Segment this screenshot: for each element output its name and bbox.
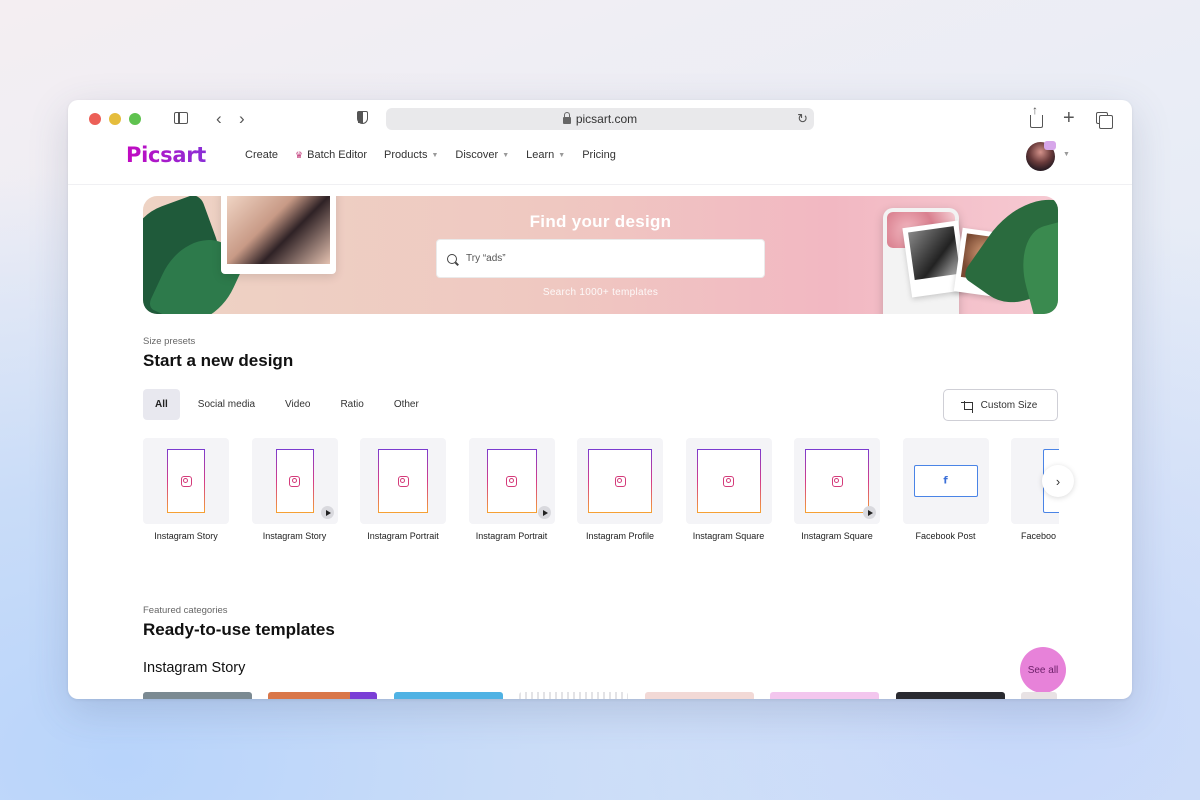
instagram-icon (831, 475, 843, 487)
forward-arrow-icon[interactable]: › (239, 110, 245, 127)
template-thumbnail[interactable] (1021, 692, 1057, 699)
carousel-next-button[interactable]: › (1042, 465, 1074, 497)
preset-label: Instagram Story (262, 531, 327, 541)
filter-tab-all[interactable]: All (143, 389, 180, 420)
main-nav: Create ♛ Batch Editor Products ▼ Discove… (245, 149, 633, 161)
filter-tab-ratio[interactable]: Ratio (328, 389, 375, 420)
tab-overview-icon[interactable] (1096, 112, 1113, 129)
instagram-icon (397, 475, 409, 487)
template-thumbnail[interactable] (268, 692, 377, 699)
privacy-shield-icon[interactable] (357, 111, 368, 124)
preset-label: Instagram Square (801, 531, 873, 541)
filter-tab-social-media[interactable]: Social media (186, 389, 267, 420)
preset-label: Instagram Portrait (367, 531, 439, 541)
preset-label: Instagram Portrait (475, 531, 548, 541)
ready-to-use-templates-heading: Ready-to-use templates (143, 620, 335, 639)
nav-item-discover[interactable]: Discover ▼ (455, 149, 509, 161)
sidebar-toggle-icon[interactable] (174, 112, 188, 124)
instagram-icon (180, 475, 192, 487)
picsart-logo[interactable]: Picsart (126, 143, 206, 167)
account-chevron-down-icon[interactable]: ▼ (1063, 151, 1070, 158)
preset-label: Instagram Square (692, 531, 765, 541)
preset-label: Instagram Story (154, 531, 218, 541)
chevron-right-icon: › (1055, 473, 1061, 489)
instagram-icon (723, 475, 734, 487)
crop-icon (960, 400, 974, 413)
address-bar[interactable]: picsart.com ↻ (386, 108, 814, 130)
template-search-input[interactable]: Try “ads” (436, 239, 765, 278)
template-thumbnail[interactable] (394, 692, 503, 699)
size-presets-eyebrow: Size presets (143, 336, 196, 347)
instagram-icon (506, 475, 517, 487)
preset-card[interactable]: Instagram Square (794, 438, 880, 541)
filter-tab-video[interactable]: Video (273, 389, 322, 420)
category-title: Instagram Story (143, 660, 246, 676)
portrait-photo-frame (221, 196, 336, 274)
url-text: picsart.com (575, 112, 638, 126)
zoom-window-button[interactable] (129, 113, 141, 125)
chevron-down-icon: ▼ (502, 151, 510, 159)
nav-item-pricing[interactable]: Pricing (582, 149, 616, 161)
instagram-icon (289, 475, 300, 487)
nav-item-batch-editor[interactable]: ♛ Batch Editor (295, 149, 367, 161)
start-new-design-heading: Start a new design (143, 351, 294, 370)
banner-subtitle: Search 1000+ templates (542, 287, 659, 298)
size-preset-carousel: Instagram Story Instagram Story Instagra… (143, 438, 1059, 548)
share-icon[interactable] (1030, 104, 1043, 128)
template-thumbnail[interactable] (770, 692, 879, 699)
minimize-window-button[interactable] (109, 113, 121, 125)
find-design-banner: Find your design Try “ads” Search 1000+ … (143, 196, 1058, 314)
browser-toolbar: ‹ › picsart.com ↻ + (68, 100, 1132, 140)
video-play-icon (320, 506, 334, 519)
site-header: Picsart Create ♛ Batch Editor Products ▼… (68, 140, 1132, 185)
preset-card[interactable]: f Facebook Post (902, 438, 989, 541)
search-icon (447, 253, 457, 264)
crown-icon: ♛ (295, 149, 304, 160)
template-thumbnail[interactable] (645, 692, 754, 699)
close-window-button[interactable] (89, 113, 101, 125)
template-thumbnail-row (143, 692, 1132, 699)
preset-card[interactable]: Instagram Portrait (360, 438, 446, 541)
preset-card[interactable]: Instagram Portrait (468, 438, 555, 541)
preset-label: Faceboo (1021, 531, 1057, 541)
preset-label: Facebook Post (915, 531, 976, 541)
nav-item-learn[interactable]: Learn ▼ (526, 149, 565, 161)
banner-title: Find your design (529, 212, 672, 231)
chevron-down-icon: ▼ (558, 151, 566, 159)
video-play-icon (863, 506, 876, 519)
facebook-icon: f (943, 475, 948, 487)
reload-icon[interactable]: ↻ (797, 111, 808, 127)
preset-filter-tabs: All Social media Video Ratio Other (143, 389, 431, 420)
back-arrow-icon[interactable]: ‹ (216, 110, 222, 127)
preset-card[interactable]: Instagram Square (685, 438, 772, 541)
nav-item-create[interactable]: Create (245, 149, 278, 161)
search-placeholder: Try “ads” (466, 253, 506, 264)
subscription-badge-icon (1044, 141, 1056, 150)
preset-card[interactable]: Instagram Story (143, 438, 229, 541)
template-thumbnail[interactable] (143, 692, 252, 699)
preset-label: Instagram Profile (585, 531, 655, 541)
featured-categories-eyebrow: Featured categories (143, 605, 228, 616)
preset-card[interactable]: Instagram Story (251, 438, 338, 541)
lock-icon (562, 111, 571, 124)
preset-card[interactable]: Instagram Profile (577, 438, 663, 541)
filter-tab-other[interactable]: Other (382, 389, 431, 420)
video-play-icon (537, 506, 551, 519)
chevron-down-icon: ▼ (431, 151, 439, 159)
custom-size-button[interactable]: Custom Size (943, 389, 1058, 421)
browser-window: ‹ › picsart.com ↻ + Picsart Create ♛ Bat… (68, 100, 1132, 699)
new-tab-plus-icon[interactable]: + (1063, 108, 1075, 128)
see-all-button[interactable]: See all (1020, 647, 1066, 693)
nav-item-products[interactable]: Products ▼ (384, 149, 438, 161)
instagram-icon (614, 475, 626, 487)
template-thumbnail[interactable] (896, 692, 1005, 699)
template-thumbnail[interactable] (519, 692, 628, 699)
